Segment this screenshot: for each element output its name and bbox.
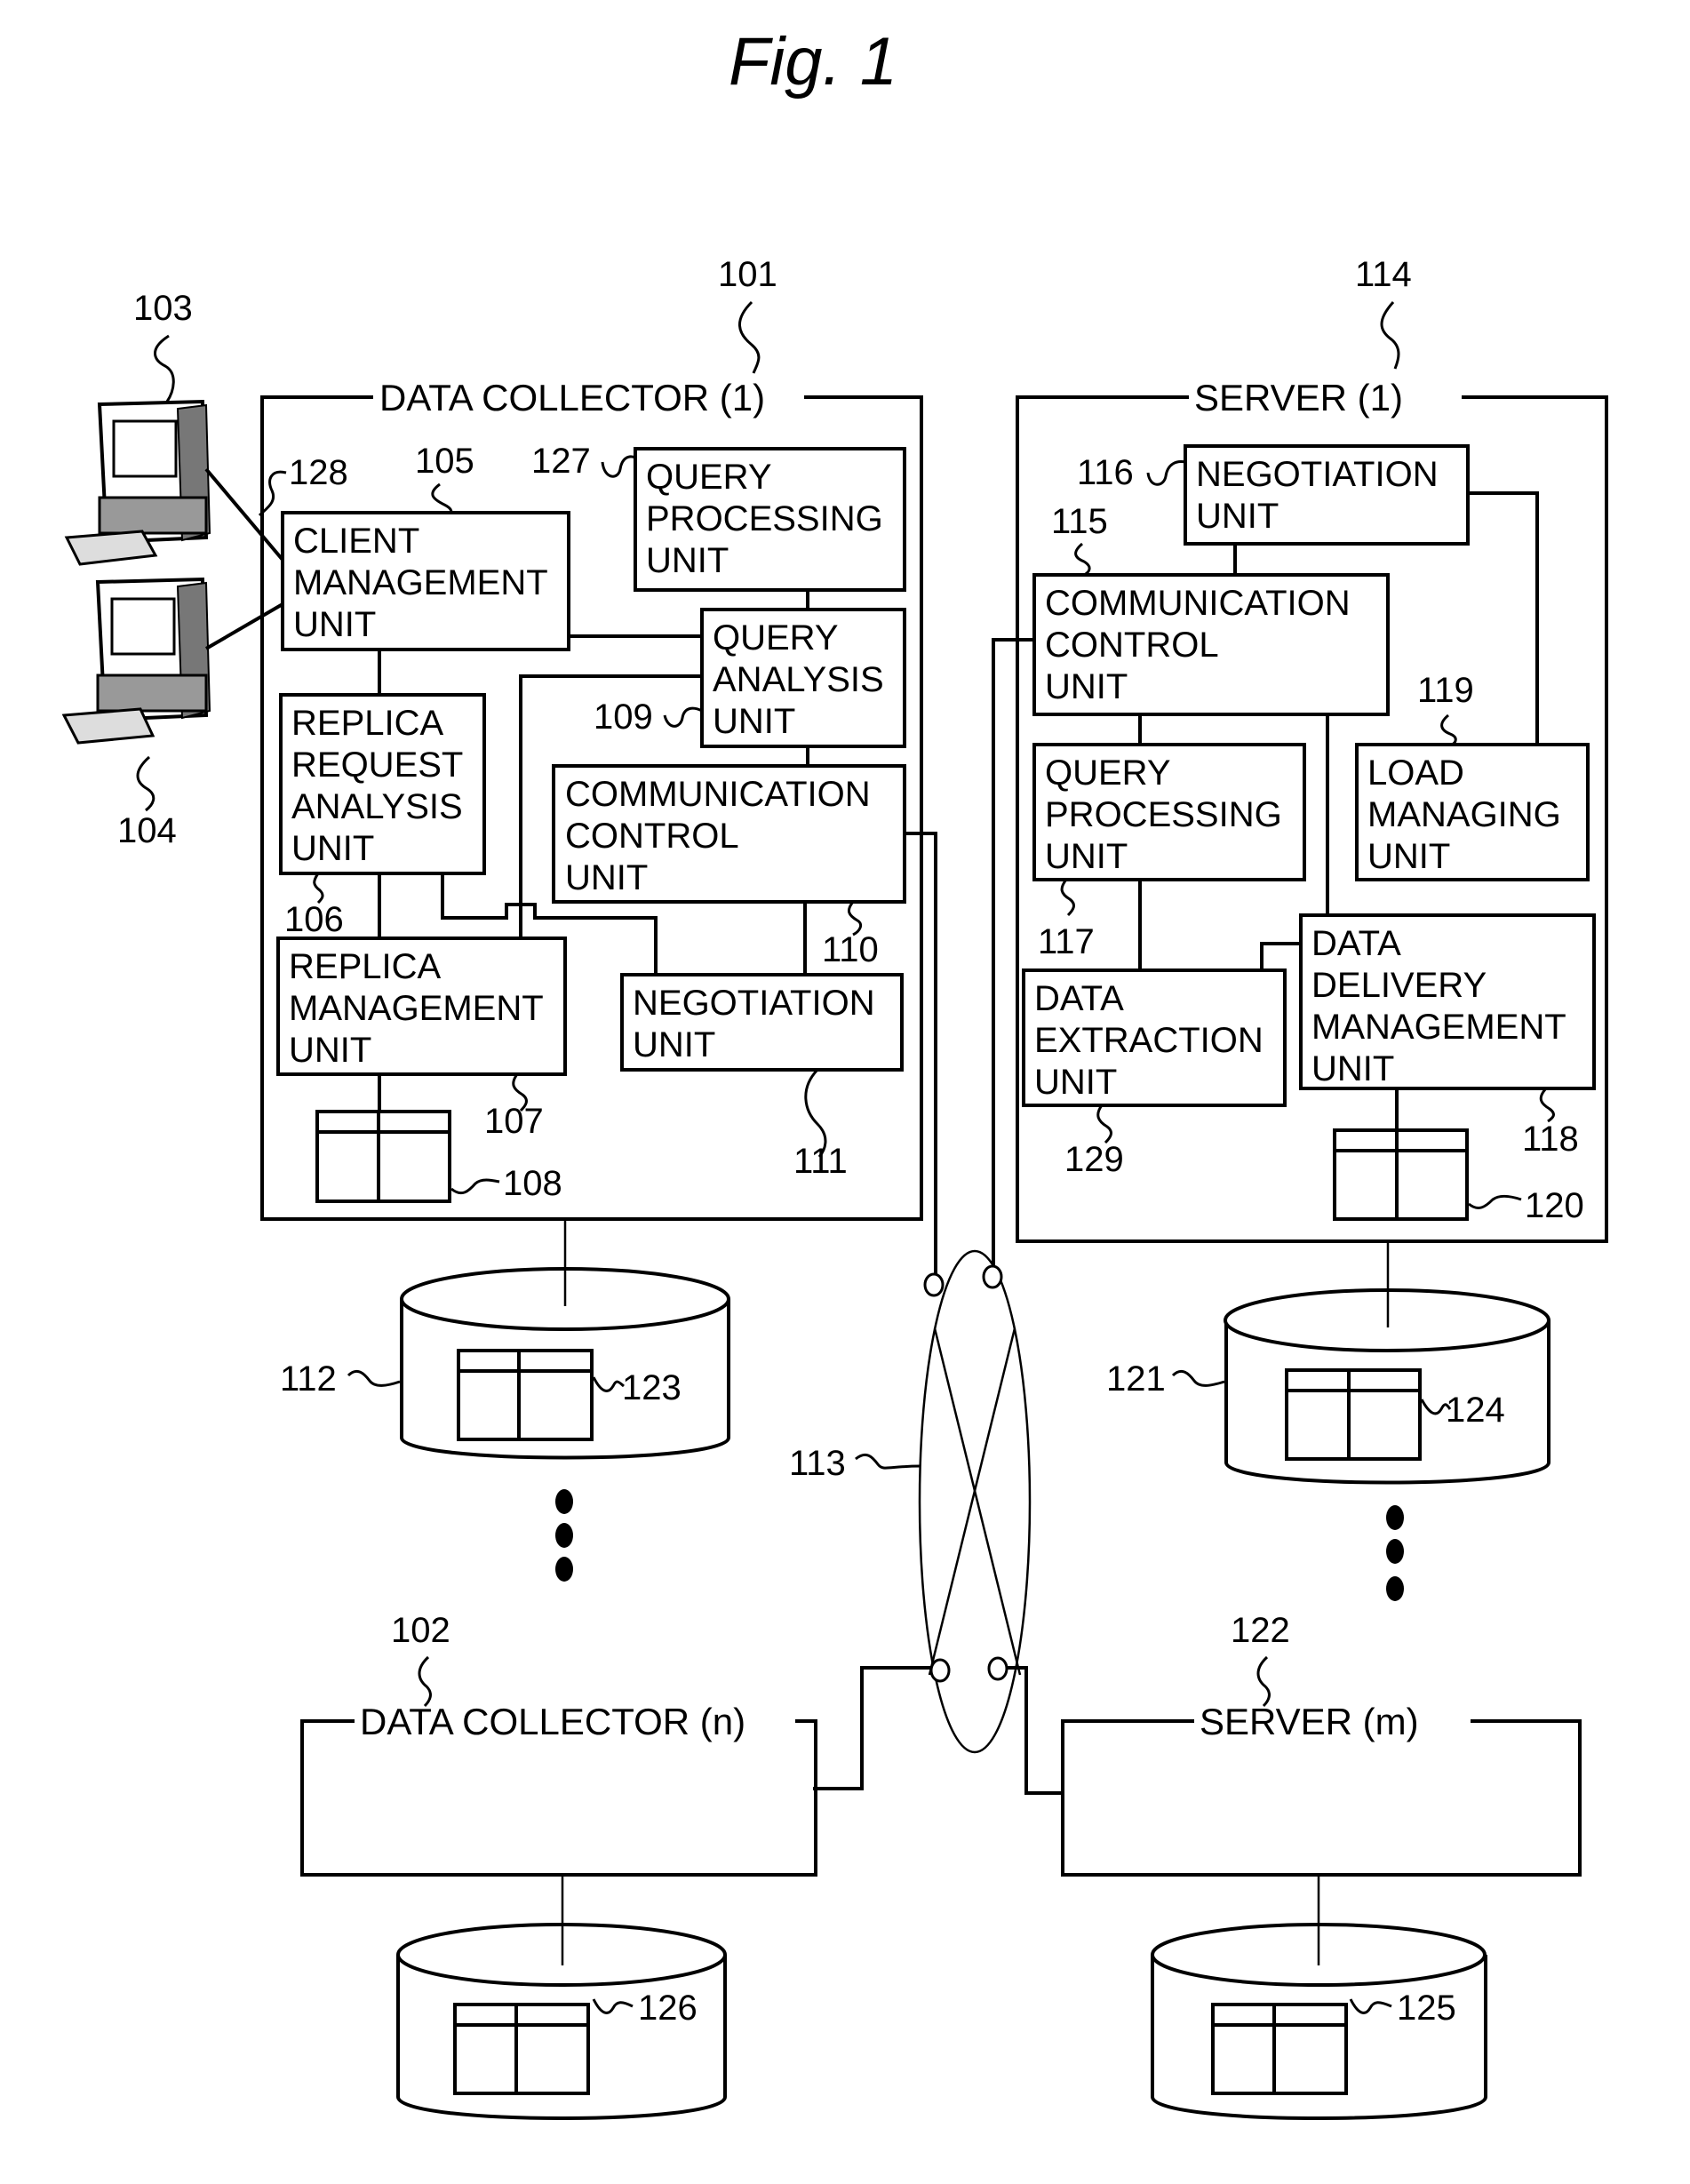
ref-102: 102 xyxy=(391,1611,450,1650)
leader-122 xyxy=(1256,1655,1271,1708)
ref-108: 108 xyxy=(503,1164,562,1203)
ref-121: 121 xyxy=(1106,1359,1166,1399)
figure-title: Fig. 1 xyxy=(729,24,897,100)
wire-client-103 xyxy=(204,467,284,562)
leader-104 xyxy=(136,755,155,812)
leader-127 xyxy=(601,455,636,478)
leader-120 xyxy=(1468,1194,1522,1209)
server-m-frame xyxy=(1061,1719,1582,1877)
ref-113: 113 xyxy=(789,1444,846,1483)
leader-115 xyxy=(1074,542,1091,577)
leader-105 xyxy=(431,482,453,514)
network-node-dcn xyxy=(929,1658,951,1683)
leader-103 xyxy=(154,334,175,403)
continuation-dots-servers xyxy=(1386,1505,1404,1601)
ref-129: 129 xyxy=(1064,1140,1124,1179)
computer-icon xyxy=(61,577,211,745)
leader-119 xyxy=(1440,713,1457,746)
ref-118: 118 xyxy=(1522,1120,1579,1159)
leader-116 xyxy=(1146,460,1186,486)
leader-121 xyxy=(1171,1369,1225,1387)
ref-124: 124 xyxy=(1446,1391,1505,1430)
leader-118 xyxy=(1539,1087,1555,1123)
ref-117: 117 xyxy=(1038,922,1095,961)
ref-127: 127 xyxy=(531,442,591,481)
data-collector-n: DATA COLLECTOR (n) 102 xyxy=(300,1611,817,1877)
database-121: 121 124 xyxy=(1106,1288,1550,1485)
replica-table-108 xyxy=(315,1110,451,1203)
delivery-table-120 xyxy=(1333,1128,1469,1221)
wire-dcn-network xyxy=(813,1666,931,1790)
client-terminal-103: 103 xyxy=(64,289,211,566)
wire-neg-load xyxy=(1468,491,1539,745)
ref-123: 123 xyxy=(622,1368,682,1407)
wire-server1-ccu-network xyxy=(992,638,1034,1266)
ref-101: 101 xyxy=(718,255,777,294)
leader-117 xyxy=(1060,879,1075,917)
ref-109: 109 xyxy=(594,697,653,737)
ref-128: 128 xyxy=(289,453,348,492)
leader-114 xyxy=(1380,300,1400,370)
ref-119: 119 xyxy=(1417,671,1474,710)
leader-112 xyxy=(347,1369,401,1387)
leader-108 xyxy=(450,1178,500,1195)
ref-114: 114 xyxy=(1355,255,1412,294)
leader-109 xyxy=(663,706,703,728)
server-1: SERVER (1) 114 NEGOTIATION UNIT 116 COMM… xyxy=(1016,255,1608,1243)
leader-129 xyxy=(1096,1104,1112,1144)
ref-126: 126 xyxy=(638,1989,698,2028)
database-server-m: 125 xyxy=(1151,1923,1487,2120)
ref-112: 112 xyxy=(280,1359,337,1399)
ref-115: 115 xyxy=(1051,502,1108,541)
computer-icon xyxy=(64,399,211,566)
network-113: 113 xyxy=(789,1249,1032,1754)
leader-106 xyxy=(313,873,324,905)
ref-116: 116 xyxy=(1077,453,1134,492)
wire-de-ddm xyxy=(1260,942,1301,970)
data-collector-n-label: DATA COLLECTOR (n) xyxy=(360,1701,745,1742)
ref-106: 106 xyxy=(284,900,344,939)
ref-122: 122 xyxy=(1231,1611,1290,1650)
data-collector-1: DATA COLLECTOR (1) 101 CLIENT MANAGEMENT… xyxy=(260,255,923,1221)
patent-figure: Fig. 1 DATA COLLECTOR (1) 101 CLIENT MAN… xyxy=(61,24,1608,2120)
ref-125: 125 xyxy=(1397,1989,1456,2028)
ref-111: 111 xyxy=(793,1142,848,1181)
network-node-dc1 xyxy=(923,1272,945,1297)
data-collector-n-frame xyxy=(300,1719,817,1877)
ref-120: 120 xyxy=(1525,1186,1584,1225)
leader-102 xyxy=(418,1655,432,1708)
ref-110: 110 xyxy=(822,930,879,969)
leader-101 xyxy=(738,300,761,374)
leader-113 xyxy=(855,1453,921,1470)
data-collector-1-label: DATA COLLECTOR (1) xyxy=(379,377,765,418)
ref-103: 103 xyxy=(133,289,193,328)
wire-client-104 xyxy=(204,602,284,650)
wire-serverm-network xyxy=(1007,1666,1062,1795)
ref-107: 107 xyxy=(484,1102,544,1141)
network-cross-a xyxy=(933,1327,1022,1676)
server-1-label: SERVER (1) xyxy=(1194,377,1403,418)
database-112: 112 123 xyxy=(280,1267,730,1460)
ref-104: 104 xyxy=(117,811,177,850)
server-m-label: SERVER (m) xyxy=(1200,1701,1419,1742)
database-collector-n: 126 xyxy=(396,1923,727,2120)
server-m: SERVER (m) 122 xyxy=(1061,1611,1582,1877)
network-node-server1 xyxy=(982,1264,1003,1289)
ref-105: 105 xyxy=(415,442,474,481)
network-node-serverm xyxy=(987,1656,1008,1681)
continuation-dots-collectors xyxy=(555,1489,573,1582)
client-terminal-104: 104 xyxy=(61,577,211,850)
network-cross-b xyxy=(928,1327,1016,1676)
